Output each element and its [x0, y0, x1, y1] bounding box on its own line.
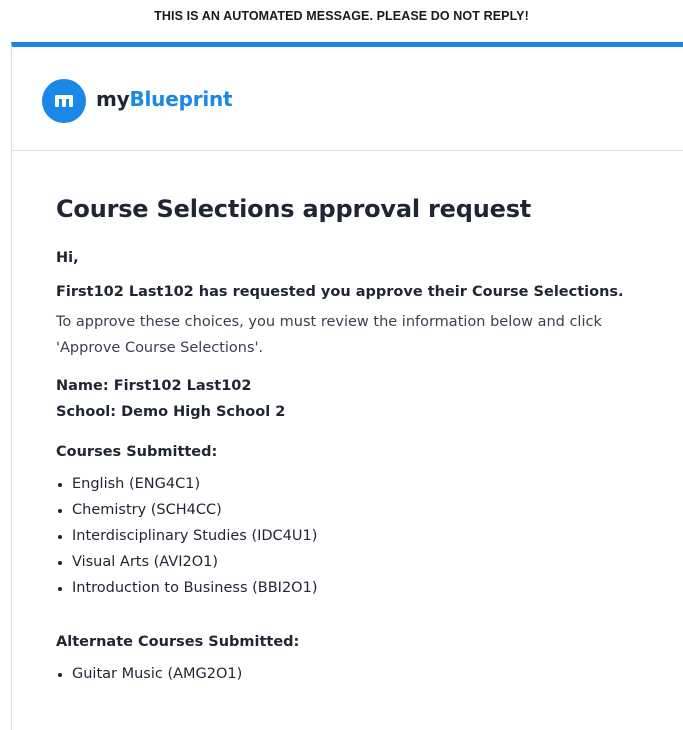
email-body: Course Selections approval request Hi, F… — [12, 151, 683, 687]
course-item: English (ENG4C1) — [72, 471, 683, 497]
course-item: Visual Arts (AVI2O1) — [72, 549, 683, 575]
instructions-text: To approve these choices, you must revie… — [56, 314, 602, 356]
student-school: School: Demo High School 2 — [56, 404, 286, 420]
email-header: myBlueprint — [12, 47, 683, 151]
course-item: Interdisciplinary Studies (IDC4U1) — [72, 523, 683, 549]
greeting: Hi, — [56, 250, 79, 266]
courses-list: English (ENG4C1) Chemistry (SCH4CC) Inte… — [56, 471, 683, 601]
alternate-courses-list: Guitar Music (AMG2O1) — [56, 661, 683, 687]
student-name: Name: First102 Last102 — [56, 378, 252, 394]
myblueprint-logo-icon — [42, 79, 86, 123]
alternate-course-item: Guitar Music (AMG2O1) — [72, 661, 683, 687]
courses-submitted-heading: Courses Submitted: — [56, 444, 218, 460]
brand-name: Blueprint — [129, 87, 233, 111]
course-item: Chemistry (SCH4CC) — [72, 497, 683, 523]
email-card: myBlueprint Course Selections approval r… — [11, 42, 683, 730]
automated-message-banner: THIS IS AN AUTOMATED MESSAGE. PLEASE DO … — [154, 9, 529, 23]
brand-prefix: my — [96, 87, 130, 111]
student-details: Name: First102 Last102 School: Demo High… — [56, 373, 683, 425]
alternate-courses-heading: Alternate Courses Submitted: — [56, 634, 300, 650]
brand-logo-text: myBlueprint — [96, 87, 233, 111]
email-title: Course Selections approval request — [56, 195, 532, 223]
course-item: Introduction to Business (BBI2O1) — [72, 575, 683, 601]
request-text: First102 Last102 has requested you appro… — [56, 284, 624, 300]
